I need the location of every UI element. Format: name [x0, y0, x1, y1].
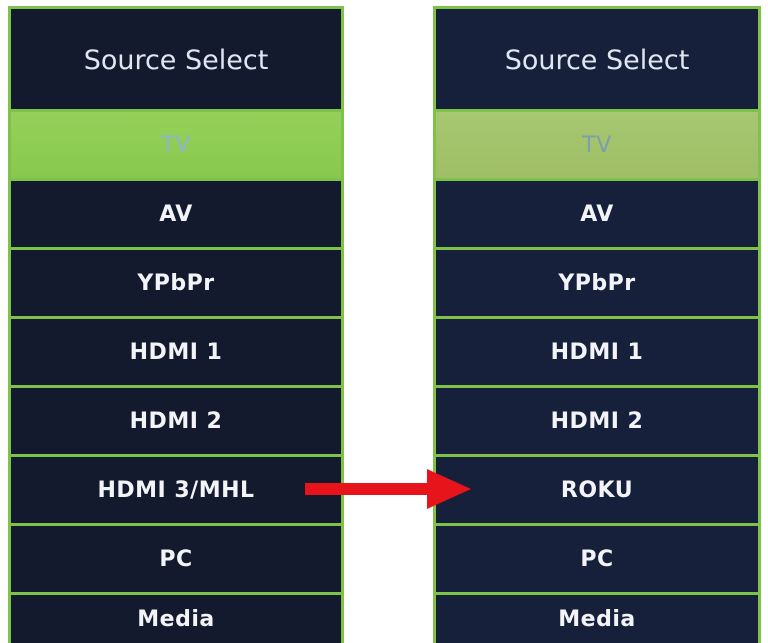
- source-item-ypbpr[interactable]: YPbPr: [11, 250, 341, 316]
- source-item-tv[interactable]: TV: [11, 112, 341, 178]
- source-select-menu-before: Source Select TV AV YPbPr HDMI 1 HDMI 2 …: [8, 6, 344, 643]
- menu-frame: Source Select TV AV YPbPr HDMI 1 HDMI 2 …: [11, 9, 341, 643]
- source-item-hdmi-1[interactable]: HDMI 1: [11, 319, 341, 385]
- source-list: TV AV YPbPr HDMI 1 HDMI 2 ROKU PC Media: [436, 112, 758, 643]
- comparison-stage: Source Select TV AV YPbPr HDMI 1 HDMI 2 …: [0, 0, 768, 643]
- source-item-hdmi-2[interactable]: HDMI 2: [436, 388, 758, 454]
- source-item-hdmi-1[interactable]: HDMI 1: [436, 319, 758, 385]
- source-item-hdmi-3-mhl[interactable]: HDMI 3/MHL: [11, 457, 341, 523]
- source-item-tv[interactable]: TV: [436, 112, 758, 178]
- source-item-pc[interactable]: PC: [11, 526, 341, 592]
- menu-title: Source Select: [11, 9, 341, 109]
- source-item-hdmi-2[interactable]: HDMI 2: [11, 388, 341, 454]
- source-item-av[interactable]: AV: [436, 181, 758, 247]
- source-list: TV AV YPbPr HDMI 1 HDMI 2 HDMI 3/MHL PC …: [11, 112, 341, 643]
- menu-frame: Source Select TV AV YPbPr HDMI 1 HDMI 2 …: [436, 9, 758, 643]
- source-item-pc[interactable]: PC: [436, 526, 758, 592]
- source-item-av[interactable]: AV: [11, 181, 341, 247]
- source-item-roku[interactable]: ROKU: [436, 457, 758, 523]
- source-item-media[interactable]: Media: [436, 595, 758, 643]
- source-select-menu-after: Source Select TV AV YPbPr HDMI 1 HDMI 2 …: [433, 6, 761, 643]
- right-arrow-icon: [305, 469, 471, 509]
- source-item-ypbpr[interactable]: YPbPr: [436, 250, 758, 316]
- source-item-media[interactable]: Media: [11, 595, 341, 643]
- menu-title: Source Select: [436, 9, 758, 109]
